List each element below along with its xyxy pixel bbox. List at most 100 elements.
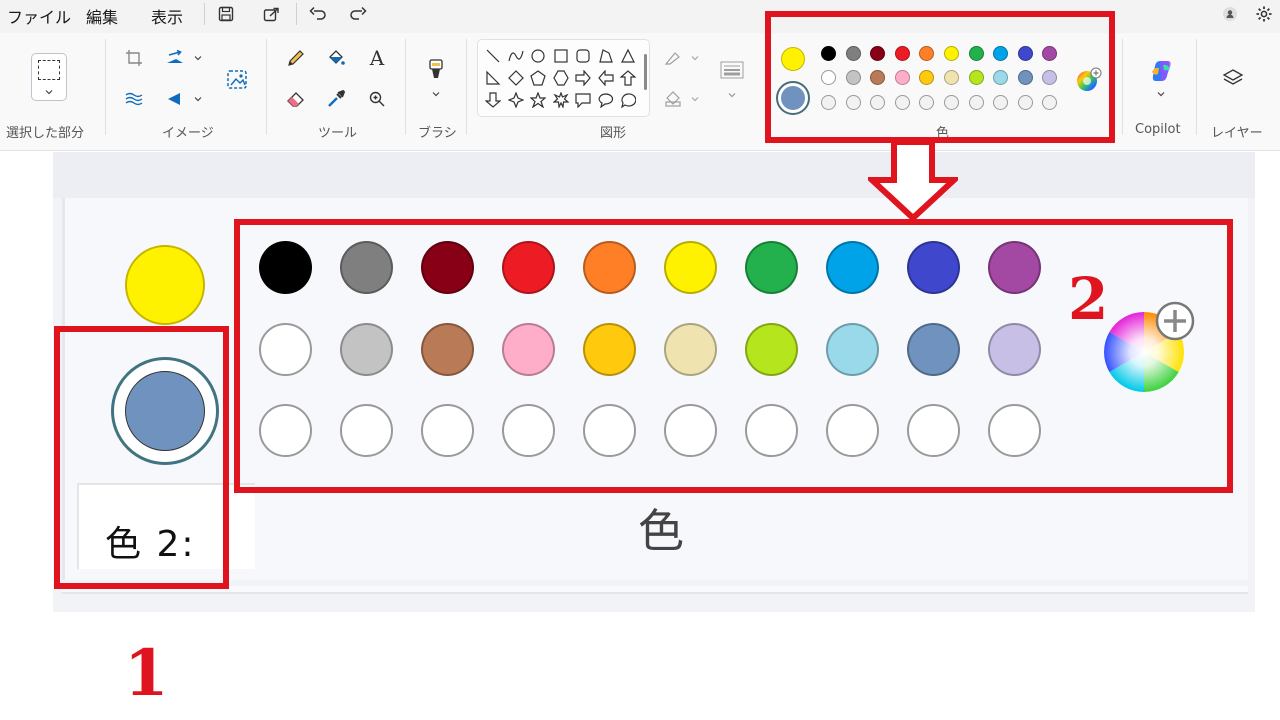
custom-color-slot[interactable] [421,404,474,457]
fill-bucket-icon[interactable] [325,47,347,69]
shapes-scrollbar[interactable] [644,54,647,90]
crop-icon[interactable] [123,47,145,69]
resize-icon[interactable] [164,47,186,69]
shape-tool-icon[interactable] [598,48,614,64]
shape-tool-icon[interactable] [597,70,614,86]
palette-swatch[interactable] [664,241,717,294]
settings-gear-icon[interactable] [1252,2,1276,26]
magnifier-icon[interactable] [366,88,388,110]
custom-color-slot[interactable] [340,404,393,457]
chevron-down-icon[interactable] [431,89,441,99]
custom-color-slot[interactable] [845,94,861,110]
undo-icon[interactable] [306,2,330,26]
shape-tool-icon[interactable] [552,70,569,86]
palette-swatch[interactable] [259,241,312,294]
shape-tool-icon[interactable] [507,70,524,86]
custom-color-slot[interactable] [907,404,960,457]
custom-color-slot[interactable] [745,404,798,457]
palette-swatch[interactable] [907,241,960,294]
palette-swatch[interactable] [845,46,861,61]
custom-color-slot[interactable] [502,404,555,457]
shape-tool-icon[interactable] [507,48,524,64]
share-icon[interactable] [260,2,284,26]
copilot-icon[interactable] [1147,57,1175,85]
palette-swatch[interactable] [988,241,1041,294]
palette-swatch[interactable] [894,46,910,61]
shape-tool-icon[interactable] [507,92,524,108]
shape-tool-icon[interactable] [575,48,591,64]
palette-swatch[interactable] [583,241,636,294]
palette-swatch[interactable] [988,322,1041,376]
menu-view[interactable]: 表示 [151,4,183,28]
custom-color-slot[interactable] [894,94,910,110]
shape-tool-icon[interactable] [620,70,636,86]
custom-color-slot[interactable] [259,404,312,457]
chevron-down-icon[interactable] [690,94,700,104]
palette-swatch[interactable] [845,70,861,86]
outline-icon[interactable] [662,47,684,69]
selection-button[interactable] [31,53,67,101]
custom-color-slot[interactable] [944,94,959,110]
palette-swatch[interactable] [421,322,474,376]
shape-tool-icon[interactable] [575,92,591,108]
palette-swatch[interactable] [745,322,798,376]
shape-tool-icon[interactable] [620,48,636,64]
shape-tool-icon[interactable] [485,48,501,64]
zoom-color1-swatch[interactable] [125,245,205,325]
account-icon[interactable] [1218,2,1242,26]
shape-tool-icon[interactable] [620,92,636,108]
shape-tool-icon[interactable] [530,70,546,86]
palette-swatch[interactable] [968,46,984,61]
custom-color-slot[interactable] [993,94,1009,110]
palette-swatch[interactable] [907,322,960,376]
color-picker-icon[interactable] [325,88,347,110]
shape-tool-icon[interactable] [575,70,591,86]
custom-color-slot[interactable] [664,404,717,457]
custom-color-slot[interactable] [583,404,636,457]
custom-color-slot[interactable] [988,404,1041,457]
palette-swatch[interactable] [826,241,879,294]
image-creator-icon[interactable] [226,67,250,91]
shape-tool-icon[interactable] [598,92,614,108]
menu-edit[interactable]: 編集 [86,4,118,28]
custom-color-slot[interactable] [821,94,836,110]
palette-swatch[interactable] [821,46,836,61]
flip-icon[interactable] [164,88,186,110]
palette-swatch[interactable] [340,241,393,294]
palette-swatch[interactable] [664,322,717,376]
shape-tool-icon[interactable] [485,70,501,86]
palette-swatch[interactable] [502,241,555,294]
palette-swatch[interactable] [583,322,636,376]
palette-swatch[interactable] [745,241,798,294]
palette-swatch[interactable] [340,322,393,376]
shape-tool-icon[interactable] [530,48,546,64]
skew-icon[interactable] [123,88,145,110]
brush-icon[interactable] [424,57,448,83]
custom-color-slot[interactable] [968,94,984,110]
chevron-down-icon[interactable] [727,90,737,100]
palette-swatch[interactable] [944,46,959,61]
line-width-icon[interactable] [720,59,744,83]
layers-icon[interactable] [1222,67,1244,89]
text-tool-icon[interactable]: A [366,46,388,70]
shape-tool-icon[interactable] [530,92,546,108]
palette-swatch[interactable] [1017,46,1033,61]
palette-swatch[interactable] [259,322,312,376]
palette-swatch[interactable] [502,322,555,376]
custom-color-slot[interactable] [870,94,886,110]
chevron-down-icon[interactable] [193,94,203,104]
eraser-icon[interactable] [285,88,307,110]
chevron-down-icon[interactable] [193,53,203,63]
custom-color-slot[interactable] [1017,94,1033,110]
custom-color-slot[interactable] [826,404,879,457]
menu-file[interactable]: ファイル [7,4,71,28]
redo-icon[interactable] [346,2,370,26]
chevron-down-icon[interactable] [1156,89,1166,99]
save-icon[interactable] [214,2,238,26]
shape-fill-icon[interactable] [662,88,684,110]
palette-swatch[interactable] [968,70,984,86]
pencil-icon[interactable] [285,47,307,69]
palette-swatch[interactable] [421,241,474,294]
shape-tool-icon[interactable] [552,92,569,108]
chevron-down-icon[interactable] [690,53,700,63]
